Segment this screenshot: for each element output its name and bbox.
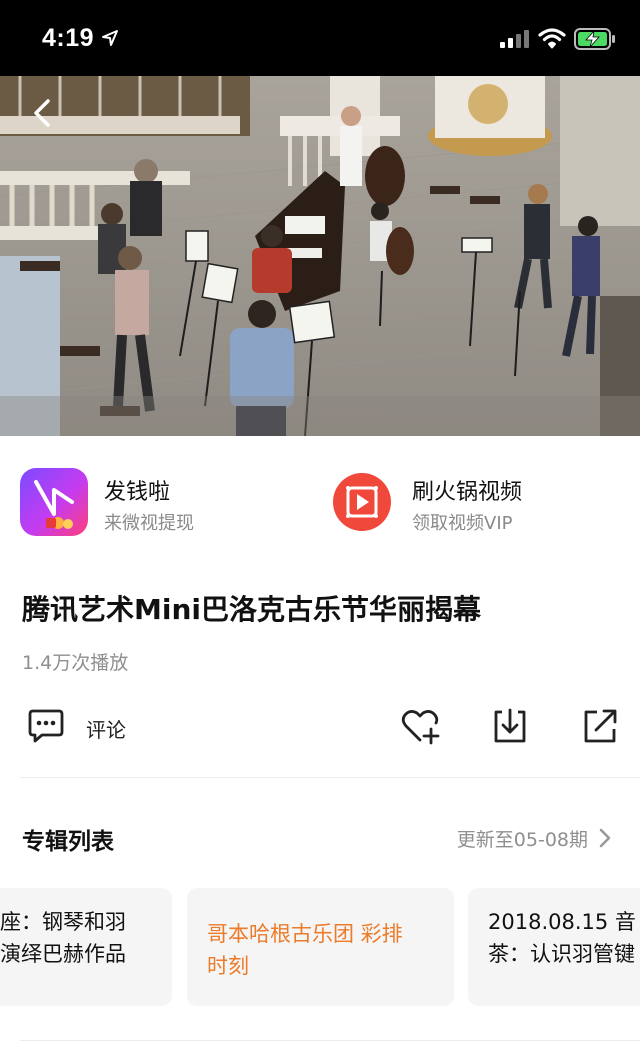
promo-title: 发钱啦 [104, 480, 171, 505]
episode-line: 茶：认识羽管键 [488, 942, 635, 966]
status-bar: 4:19 [0, 0, 640, 76]
album-list-title: 专辑列表 [22, 829, 114, 855]
cellular-signal-icon [500, 30, 529, 48]
back-chevron-icon[interactable] [26, 96, 60, 130]
download-icon[interactable] [490, 706, 530, 746]
location-arrow-icon [102, 30, 118, 46]
tencent-video-app-icon [328, 468, 396, 536]
play-count: 1.4万次播放 [22, 652, 129, 674]
share-icon[interactable] [580, 706, 620, 746]
episode-line: 哥本哈根古乐团 彩排 [207, 922, 403, 946]
chevron-right-icon[interactable] [597, 827, 613, 849]
episode-card[interactable]: 座：钢琴和羽 演绎巴赫作品 [0, 888, 172, 1006]
promo-tencent-video[interactable]: 刷火锅视频 领取视频VIP [328, 468, 628, 540]
episode-card-current[interactable]: 哥本哈根古乐团 彩排 时刻 [187, 888, 454, 1006]
episode-line: 2018.08.15 音 [488, 910, 636, 934]
promo-subtitle: 来微视提现 [104, 513, 194, 534]
status-time: 4:19 [42, 24, 95, 52]
episode-line: 时刻 [207, 954, 249, 978]
episode-card[interactable]: 2018.08.15 音 茶：认识羽管键 [468, 888, 640, 1006]
episode-line: 演绎巴赫作品 [0, 942, 126, 966]
comment-icon[interactable] [26, 706, 66, 746]
promo-subtitle: 领取视频VIP [412, 513, 513, 534]
video-player[interactable] [0, 76, 640, 436]
wifi-icon [538, 28, 566, 49]
divider [20, 777, 640, 778]
album-update-status[interactable]: 更新至05-08期 [457, 825, 588, 852]
comment-label[interactable]: 评论 [86, 714, 126, 743]
divider [20, 1040, 640, 1041]
weishi-app-icon [20, 468, 88, 536]
promo-weishi[interactable]: 发钱啦 来微视提现 [20, 468, 320, 540]
episode-line: 座：钢琴和羽 [0, 910, 126, 934]
battery-charging-icon [574, 28, 615, 50]
video-frame [0, 76, 640, 436]
promo-title: 刷火锅视频 [412, 480, 523, 505]
video-title: 腾讯艺术Mini巴洛克古乐节华丽揭幕 [22, 593, 481, 626]
favorite-add-icon[interactable] [400, 706, 440, 746]
